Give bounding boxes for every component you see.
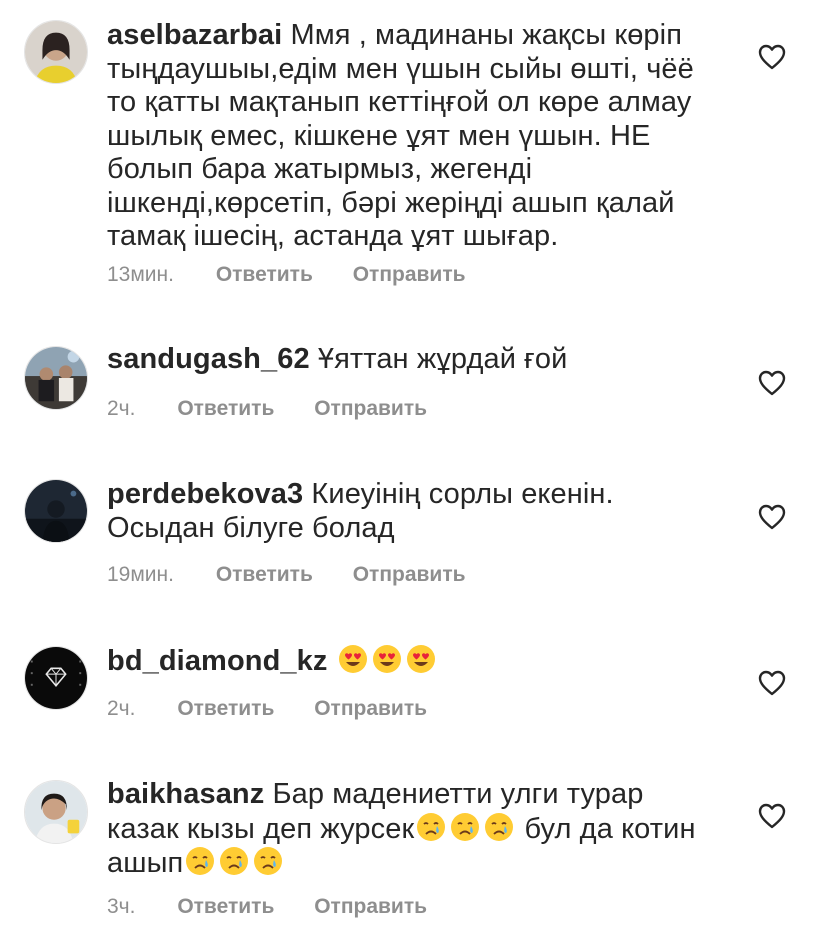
heart-outline-icon[interactable] [758,670,786,696]
comment-body: baikhasanz Бар мадениетти улги турар каз… [107,778,722,881]
comment-timestamp: 13мин. [107,263,174,286]
comment-body: bd_diamond_kz [107,644,722,679]
heart-outline-icon[interactable] [758,803,786,829]
reply-button[interactable]: Ответить [177,397,274,421]
crying-face-emoji [253,846,283,876]
heart-outline-icon[interactable] [758,504,786,530]
reply-button[interactable]: Ответить [177,895,274,919]
avatar[interactable] [24,20,88,84]
comment-text: Ұяттан жұрдай ғой [317,343,568,375]
send-button[interactable]: Отправить [314,697,427,721]
send-button[interactable]: Отправить [314,895,427,919]
comment-body: aselbazarbai Ммя , мадинаны жақсы көріп … [107,19,722,254]
comment-body: perdebekova3 Киеуінің сорлы екенін. Осыд… [107,478,722,545]
comment-meta: 2ч. Ответить Отправить [107,697,461,721]
reply-button[interactable]: Ответить [177,697,274,721]
reply-button[interactable]: Ответить [216,263,313,287]
avatar[interactable] [24,479,88,543]
comment-meta: 2ч. Ответить Отправить [107,397,461,421]
reply-button[interactable]: Ответить [216,563,313,587]
comment-username[interactable]: bd_diamond_kz [107,645,327,677]
comment-username[interactable]: aselbazarbai [107,19,282,51]
send-button[interactable]: Отправить [353,263,466,287]
crying-face-emoji [484,812,514,842]
heart-outline-icon[interactable] [758,370,786,396]
comment-meta: 19мин. Ответить Отправить [107,563,500,587]
crying-face-emoji [219,846,249,876]
heart-eyes-emoji [406,644,436,674]
comment-timestamp: 3ч. [107,895,136,918]
heart-eyes-emoji [338,644,368,674]
avatar[interactable] [24,780,88,844]
crying-face-emoji [185,846,215,876]
comment-body: sandugash_62 Ұяттан жұрдай ғой [107,343,722,377]
comment-meta: 3ч. Ответить Отправить [107,895,461,919]
comment-username[interactable]: perdebekova3 [107,478,303,510]
send-button[interactable]: Отправить [353,563,466,587]
avatar[interactable] [24,346,88,410]
heart-outline-icon[interactable] [758,44,786,70]
crying-face-emoji [416,812,446,842]
send-button[interactable]: Отправить [314,397,427,421]
crying-face-emoji [450,812,480,842]
comment-username[interactable]: sandugash_62 [107,343,310,375]
comment-timestamp: 19мин. [107,563,174,586]
heart-eyes-emoji [372,644,402,674]
comment-timestamp: 2ч. [107,397,136,420]
comment-timestamp: 2ч. [107,697,136,720]
avatar[interactable] [24,646,88,710]
comment-username[interactable]: baikhasanz [107,778,264,810]
comment-text: Ммя , мадинаны жақсы көріп тыңдаушыы,еді… [107,19,694,252]
comment-meta: 13мин. Ответить Отправить [107,263,500,287]
